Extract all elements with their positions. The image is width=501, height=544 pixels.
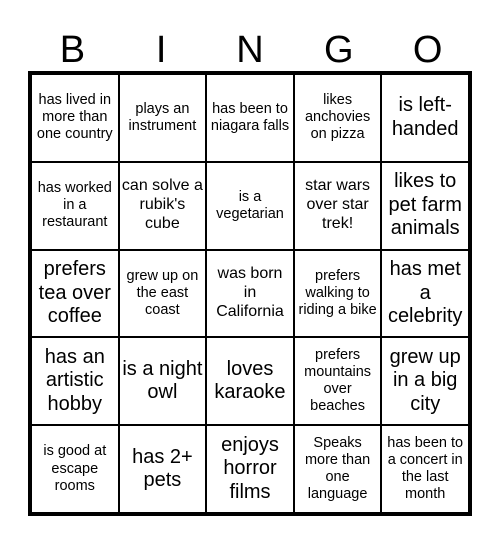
bingo-header: B I N G O [28, 28, 472, 72]
bingo-cell[interactable]: has been to a concert in the last month [381, 425, 469, 513]
bingo-cell[interactable]: plays an instrument [118, 74, 207, 162]
bingo-cell[interactable]: prefers tea over coffee [31, 249, 119, 338]
bingo-card: has lived in more than one country plays… [28, 71, 472, 516]
header-letter-i: I [155, 29, 167, 71]
bingo-cell[interactable]: grew up in a big city [381, 337, 469, 426]
bingo-cell[interactable]: grew up on the east coast [118, 249, 207, 338]
bingo-cell[interactable]: is a vegetarian [206, 161, 294, 250]
bingo-cell[interactable]: has been to niagara falls [206, 74, 294, 162]
bingo-cell[interactable]: has an artistic hobby [31, 337, 119, 426]
header-letter-n: N [236, 29, 264, 71]
header-letter-g: G [324, 29, 354, 71]
bingo-cell[interactable]: was born in California [206, 249, 294, 338]
bingo-cell[interactable]: has worked in a restaurant [31, 161, 119, 250]
bingo-cell[interactable]: is left-handed [381, 74, 469, 162]
bingo-cell[interactable]: likes anchovies on pizza [293, 74, 382, 162]
bingo-cell[interactable]: star wars over star trek! [293, 161, 382, 250]
bingo-cell[interactable]: has met a celebrity [381, 249, 469, 338]
bingo-cell[interactable]: has 2+ pets [118, 425, 207, 513]
bingo-cell[interactable]: enjoys horror films [206, 425, 294, 513]
bingo-cell[interactable]: Speaks more than one language [293, 425, 382, 513]
bingo-cell[interactable]: likes to pet farm animals [381, 161, 469, 250]
bingo-cell[interactable]: can solve a rubik's cube [118, 161, 207, 250]
bingo-cell[interactable]: prefers walking to riding a bike [293, 249, 382, 338]
bingo-cell[interactable]: prefers mountains over beaches [293, 337, 382, 426]
bingo-cell[interactable]: is a night owl [118, 337, 207, 426]
bingo-cell[interactable]: has lived in more than one country [31, 74, 119, 162]
header-letter-b: B [59, 29, 86, 71]
header-letter-o: O [412, 29, 443, 71]
bingo-cell[interactable]: loves karaoke [206, 337, 294, 426]
bingo-cell[interactable]: is good at escape rooms [31, 425, 119, 513]
